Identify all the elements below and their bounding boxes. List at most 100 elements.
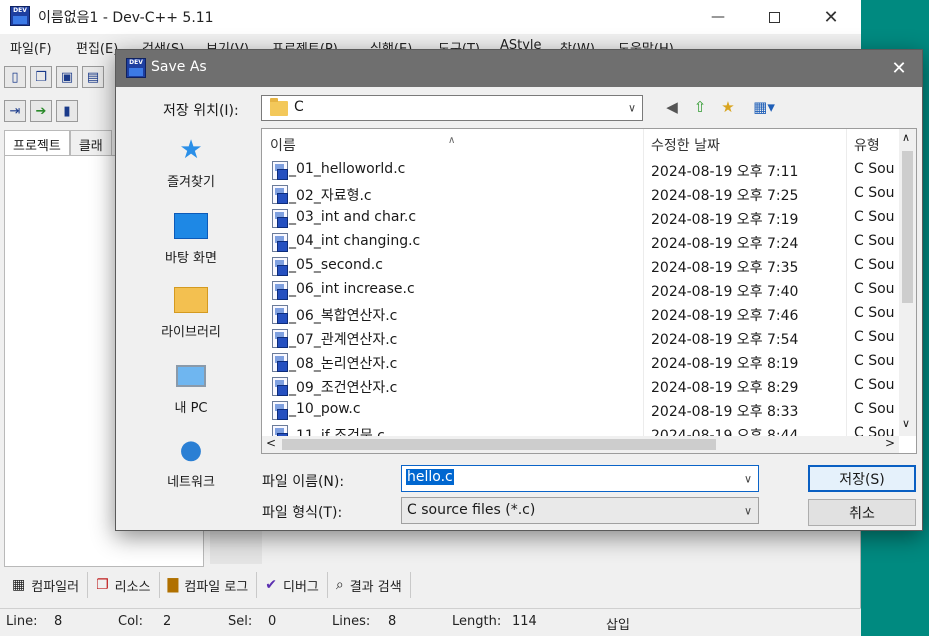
goto-button[interactable]: ➔ — [30, 100, 52, 122]
status-col-label: Col: — [118, 614, 144, 629]
place-network[interactable]: ● 네트워크 — [146, 435, 236, 490]
indent-icon: ⇥ — [9, 103, 21, 119]
tab-compiler[interactable]: ▦ 컴파일러 — [4, 572, 89, 598]
save-button[interactable]: 저장(S) — [808, 465, 916, 492]
tab-class[interactable]: 클래 — [69, 130, 112, 156]
main-title-bar: DEV 이름없음1 - Dev-C++ 5.11 — ✕ — [0, 0, 861, 34]
place-desktop[interactable]: 바탕 화면 — [146, 211, 236, 266]
location-dropdown[interactable]: C ∨ — [261, 95, 643, 121]
minimize-button[interactable]: — — [690, 0, 746, 34]
place-this-pc[interactable]: 내 PC — [146, 361, 236, 416]
menu-file[interactable]: 파일(F) — [10, 38, 52, 57]
column-type[interactable]: 유형 — [854, 135, 880, 155]
file-type: C Sou — [854, 257, 895, 273]
file-row[interactable]: _06_복합연산자.c 2024-08-19 오후 7:46 C Sou — [262, 303, 899, 327]
file-name: _01_helloworld.c — [289, 161, 406, 177]
scroll-left-icon[interactable]: < — [266, 436, 276, 450]
compiler-icon: ▦ — [12, 577, 26, 593]
menu-edit[interactable]: 편집(E) — [76, 38, 118, 57]
tab-find-results[interactable]: ⌕ 결과 검색 — [328, 572, 411, 598]
chevron-down-icon: ∨ — [743, 504, 752, 517]
file-date: 2024-08-19 오후 8:29 — [651, 380, 799, 396]
horizontal-scrollbar[interactable]: < > — [262, 436, 899, 453]
file-row[interactable]: _06_int increase.c 2024-08-19 오후 7:40 C So… — [262, 279, 899, 303]
filetype-dropdown[interactable]: C source files (*.c) ∨ — [401, 497, 759, 524]
file-row[interactable]: _04_int changing.c 2024-08-19 오후 7:24 C So… — [262, 231, 899, 255]
bookmark-button[interactable]: ▮ — [56, 100, 78, 122]
save-file-button[interactable]: ▣ — [56, 66, 78, 88]
editor-area[interactable] — [210, 528, 262, 564]
horizontal-scroll-thumb[interactable] — [282, 439, 716, 450]
column-date-modified[interactable]: 수정한 날짜 — [651, 135, 720, 155]
save-icon: ▣ — [60, 69, 74, 85]
folder-icon — [270, 98, 288, 116]
vertical-scrollbar[interactable]: ∧ ∨ — [899, 129, 916, 436]
vertical-scroll-thumb[interactable] — [902, 151, 913, 303]
tab-resources[interactable]: ❐ 리소스 — [88, 572, 160, 598]
goto-icon: ➔ — [35, 103, 47, 119]
minimize-icon: — — [711, 9, 725, 25]
open-file-icon: ❐ — [35, 69, 47, 85]
file-name: _05_second.c — [289, 257, 383, 273]
file-row[interactable]: _08_논리연산자.c 2024-08-19 오후 8:19 C Sou — [262, 351, 899, 375]
file-date: 2024-08-19 오후 7:25 — [651, 188, 799, 204]
maximize-button[interactable] — [746, 0, 802, 34]
file-row[interactable]: _10_pow.c 2024-08-19 오후 8:33 C Sou — [262, 399, 899, 423]
status-sel-label: Sel: — [228, 614, 253, 629]
file-row[interactable]: _07_관계연산자.c 2024-08-19 오후 7:54 C Sou — [262, 327, 899, 351]
tab-debug[interactable]: ✔ 디버그 — [257, 572, 328, 598]
dialog-title: Save As — [151, 59, 207, 75]
library-folder-icon — [174, 285, 208, 315]
file-row[interactable]: _09_조건연산자.c 2024-08-19 오후 8:29 C Sou — [262, 375, 899, 399]
dialog-close-button[interactable]: ✕ — [876, 50, 922, 87]
scroll-right-icon[interactable]: > — [885, 436, 895, 450]
tab-project[interactable]: 프로젝트 — [4, 130, 70, 156]
up-folder-icon: ⇧ — [693, 98, 707, 116]
app-icon-label: DEV — [13, 7, 27, 14]
place-favorites[interactable]: ★ 즐겨찾기 — [146, 135, 236, 190]
save-all-button[interactable]: ▤ — [82, 66, 104, 88]
filetype-value: C source files (*.c) — [407, 502, 536, 518]
indent-button[interactable]: ⇥ — [4, 100, 26, 122]
cancel-button[interactable]: 취소 — [808, 499, 916, 526]
find-results-icon: ⌕ — [335, 577, 344, 593]
new-file-button[interactable]: ▯ — [4, 66, 26, 88]
file-row[interactable]: _05_second.c 2024-08-19 오후 7:35 C Sou — [262, 255, 899, 279]
filetype-label: 파일 형식(T): — [262, 505, 343, 521]
status-length-value: 114 — [512, 614, 537, 629]
file-date: 2024-08-19 오후 7:11 — [651, 164, 799, 180]
open-file-button[interactable]: ❐ — [30, 66, 52, 88]
file-name: _02_자료형.c — [289, 188, 372, 204]
view-menu-button[interactable]: ▦▾ — [747, 96, 781, 118]
resources-icon: ❐ — [96, 577, 109, 593]
file-type: C Sou — [854, 281, 895, 297]
file-date: 2024-08-19 오후 7:35 — [651, 260, 799, 276]
chevron-down-icon[interactable]: ∨ — [744, 472, 752, 485]
star-icon: ★ — [179, 135, 203, 165]
network-globe-icon: ● — [179, 435, 203, 465]
desktop-icon — [174, 211, 208, 241]
file-type: C Sou — [854, 329, 895, 345]
tab-compile-log[interactable]: ▇ 컴파일 로그 — [160, 572, 258, 598]
main-close-button[interactable]: ✕ — [803, 0, 859, 34]
new-folder-button[interactable]: ★ — [717, 96, 739, 118]
scroll-down-icon[interactable]: ∨ — [902, 417, 910, 430]
status-col-value: 2 — [163, 614, 172, 629]
bottom-tabs: ▦ 컴파일러 ❐ 리소스 ▇ 컴파일 로그 ✔ 디버그 ⌕ 결과 검색 — [4, 572, 411, 600]
file-row[interactable]: _03_int and char.c 2024-08-19 오후 7:19 C So… — [262, 207, 899, 231]
bookmark-icon: ▮ — [63, 103, 71, 119]
app-icon-label: DEV — [129, 59, 143, 66]
file-row[interactable]: _02_자료형.c 2024-08-19 오후 7:25 C Sou — [262, 183, 899, 207]
file-list[interactable]: ∧ 이름 수정한 날짜 유형 _01_helloworld.c 2024-08-1… — [261, 128, 917, 454]
back-button[interactable]: ◀ — [661, 96, 683, 118]
file-name: _06_복합연산자.c — [289, 308, 398, 324]
column-name[interactable]: 이름 — [270, 135, 296, 155]
filename-input[interactable]: hello.c ∨ — [401, 465, 759, 492]
place-libraries[interactable]: 라이브러리 — [146, 285, 236, 340]
up-folder-button[interactable]: ⇧ — [689, 96, 711, 118]
save-all-icon: ▤ — [86, 69, 100, 85]
scroll-up-icon[interactable]: ∧ — [902, 131, 910, 144]
c-source-file-icon — [272, 185, 288, 204]
status-sel-value: 0 — [268, 614, 277, 629]
file-row[interactable]: _01_helloworld.c 2024-08-19 오후 7:11 C Sou — [262, 159, 899, 183]
